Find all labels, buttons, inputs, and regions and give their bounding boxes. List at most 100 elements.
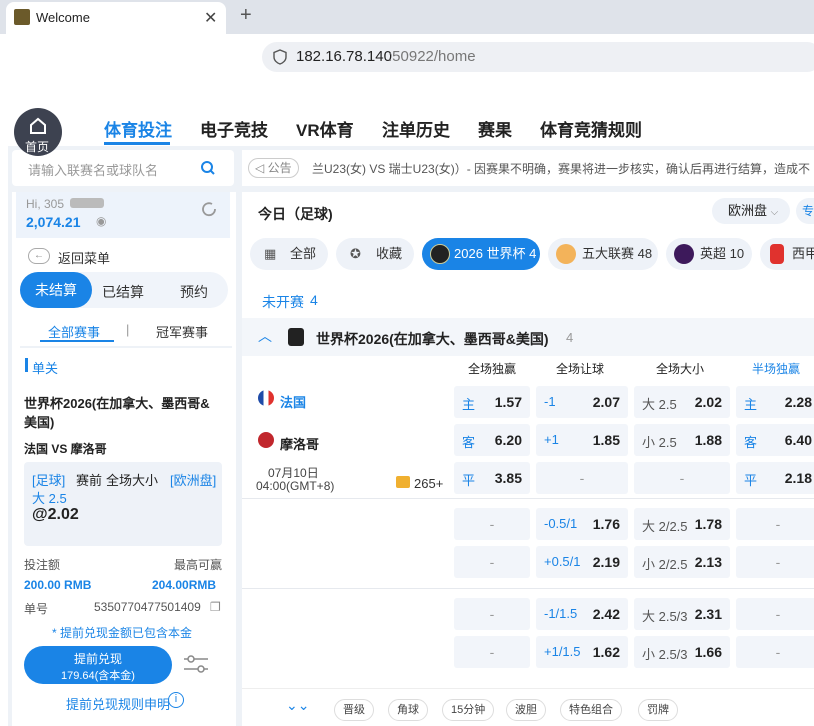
odds-price: -: [489, 554, 495, 570]
odds-cell[interactable]: 大 2.5/3 2.31: [634, 598, 730, 630]
upcoming-label: 未开赛: [262, 294, 304, 310]
odds-cell[interactable]: -1 2.07: [536, 386, 628, 418]
odds-cell[interactable]: 主 1.57: [454, 386, 530, 418]
odds-cell[interactable]: 小 2.5 1.88: [634, 424, 730, 456]
selection-card: [足球] 赛前 全场大小 [欧洲盘] 大 2.5 @2.02: [24, 462, 222, 546]
odds-cell[interactable]: 大 2.5 2.02: [634, 386, 730, 418]
back-menu-label: 返回菜单: [58, 251, 111, 266]
odds-price: 2.18: [784, 470, 812, 486]
slip-match: 法国 VS 摩洛哥: [24, 442, 107, 456]
filter-worldcup-label: 2026 世界杯 4: [454, 246, 537, 261]
odds-line: -: [579, 470, 585, 486]
tab-reserved[interactable]: 预约: [180, 282, 208, 302]
close-tab-icon[interactable]: ✕: [204, 8, 217, 28]
new-tab-icon[interactable]: +: [240, 4, 252, 27]
odds-line: -0.5/1: [544, 516, 578, 531]
odds-cell[interactable]: -: [634, 462, 730, 494]
chevron-up-icon[interactable]: ︿: [258, 326, 272, 346]
odds-cell[interactable]: -: [454, 546, 530, 578]
tab-settled[interactable]: 已结算: [102, 282, 144, 302]
filter-epl[interactable]: 英超 10: [666, 238, 752, 270]
account-card: Hi, 305 2,074.21 ◉: [16, 192, 230, 238]
odds-cell[interactable]: -1/1.5 2.42: [536, 598, 628, 630]
market-chip[interactable]: 罚牌: [638, 699, 678, 721]
filter-favorites-label: 收藏: [376, 246, 403, 261]
filter-laliga[interactable]: 西甲: [760, 238, 814, 270]
slip-type-marker: [25, 358, 28, 372]
odds-price: 1.76: [592, 516, 620, 532]
market-chip[interactable]: 波胆: [506, 699, 546, 721]
notice-label-text: 公告: [267, 161, 292, 175]
more-markets[interactable]: 265+: [414, 476, 443, 491]
shield-icon: [273, 49, 287, 65]
nav-rules[interactable]: 体育竞猜规则: [540, 116, 642, 141]
filter-epl-label: 英超 10: [700, 246, 745, 261]
nav-sports[interactable]: 体育投注: [104, 116, 172, 141]
nav-esports[interactable]: 电子竞技: [200, 116, 268, 141]
odds-cell[interactable]: -: [736, 636, 814, 668]
league-header[interactable]: ︿ 世界杯2026(在加拿大、墨西哥&美国) 4: [242, 318, 814, 356]
cashout-rules-link[interactable]: 提前兑现规则申明: [66, 694, 170, 713]
odds-cell[interactable]: -: [536, 462, 628, 494]
odds-cell[interactable]: 平 3.85: [454, 462, 530, 494]
slip-league: 世界杯2026(在加拿大、墨西哥&美国): [24, 396, 210, 430]
odds-cell[interactable]: -0.5/1 1.76: [536, 508, 628, 540]
filter-all[interactable]: ▦ 全部: [250, 238, 328, 270]
odds-line: 客: [744, 435, 758, 450]
odds-cell[interactable]: -: [454, 508, 530, 540]
odds-cell[interactable]: -: [454, 636, 530, 668]
tab-all-events[interactable]: 全部赛事: [48, 322, 100, 341]
refresh-icon[interactable]: [200, 200, 218, 218]
filter-favorites[interactable]: ✪ 收藏: [336, 238, 414, 270]
market-chip[interactable]: 特色组合: [560, 699, 622, 721]
odds-cell[interactable]: +1 1.85: [536, 424, 628, 456]
home-button[interactable]: 首页: [14, 108, 62, 156]
top-nav: 首页 体育投注 电子竞技 VR体育 注单历史 赛果 体育竞猜规则: [8, 88, 814, 156]
search-box[interactable]: 请输入联赛名或球队名: [12, 150, 234, 186]
market-chip[interactable]: 15分钟: [442, 699, 495, 721]
copy-icon[interactable]: ❐: [210, 600, 221, 614]
market-chip[interactable]: 晋级: [334, 699, 374, 721]
odds-cell[interactable]: 主 2.28: [736, 386, 814, 418]
nav-results[interactable]: 赛果: [478, 116, 512, 141]
special-button[interactable]: 专: [796, 198, 814, 224]
search-icon[interactable]: [200, 160, 216, 176]
eye-icon[interactable]: ◉: [96, 214, 106, 228]
odds-price: -: [489, 516, 495, 532]
url-input[interactable]: 182.16.78.140 :50922/home: [262, 42, 814, 72]
back-arrow-icon: ←: [28, 248, 50, 264]
odds-format-select[interactable]: 欧洲盘 ⌵: [712, 198, 790, 224]
odds-cell[interactable]: -: [736, 508, 814, 540]
away-team[interactable]: 摩洛哥: [280, 434, 319, 453]
nav-vr-sports[interactable]: VR体育: [296, 116, 354, 141]
odds-price: 2.28: [784, 394, 812, 410]
odds-cell[interactable]: 小 2.5/3 1.66: [634, 636, 730, 668]
odds-cell[interactable]: 大 2/2.5 1.78: [634, 508, 730, 540]
tab-unsettled[interactable]: 未结算: [20, 272, 92, 308]
odds-cell[interactable]: 平 2.18: [736, 462, 814, 494]
odds-cell[interactable]: +1/1.5 1.62: [536, 636, 628, 668]
expand-icon[interactable]: ⌄⌄: [286, 697, 309, 714]
odds-cell[interactable]: -: [454, 598, 530, 630]
tab-outright-events[interactable]: 冠军赛事: [156, 322, 208, 341]
home-team[interactable]: 法国: [280, 392, 306, 411]
odds-format-value: 欧洲盘: [728, 203, 768, 218]
filter-worldcup[interactable]: 2026 世界杯 4: [422, 238, 540, 270]
nav-bet-history[interactable]: 注单历史: [382, 116, 450, 141]
matches-panel: 今日（足球) 欧洲盘 ⌵ 专 ▦ 全部 ✪ 收藏 2026 世界杯 4 五大联赛 4…: [242, 192, 814, 726]
odds-cell[interactable]: 小 2/2.5 2.13: [634, 546, 730, 578]
info-icon[interactable]: i: [168, 692, 184, 708]
browser-tab[interactable]: Welcome ✕: [6, 2, 226, 34]
filter-top5[interactable]: 五大联赛 48: [548, 238, 658, 270]
cashout-button[interactable]: 提前兑现 179.64(含本金): [24, 646, 172, 684]
odds-cell[interactable]: 客 6.20: [454, 424, 530, 456]
laliga-logo-icon: [770, 244, 784, 264]
odds-cell[interactable]: -: [736, 546, 814, 578]
market-chip[interactable]: 角球: [388, 699, 428, 721]
market-chips: 晋级 角球 15分钟 波胆 特色组合 罚牌: [334, 699, 814, 721]
odds-cell[interactable]: -: [736, 598, 814, 630]
search-input[interactable]: 请输入联赛名或球队名: [28, 160, 158, 179]
slider-settings-icon[interactable]: [182, 652, 210, 676]
odds-cell[interactable]: +0.5/1 2.19: [536, 546, 628, 578]
odds-cell[interactable]: 客 6.40: [736, 424, 814, 456]
